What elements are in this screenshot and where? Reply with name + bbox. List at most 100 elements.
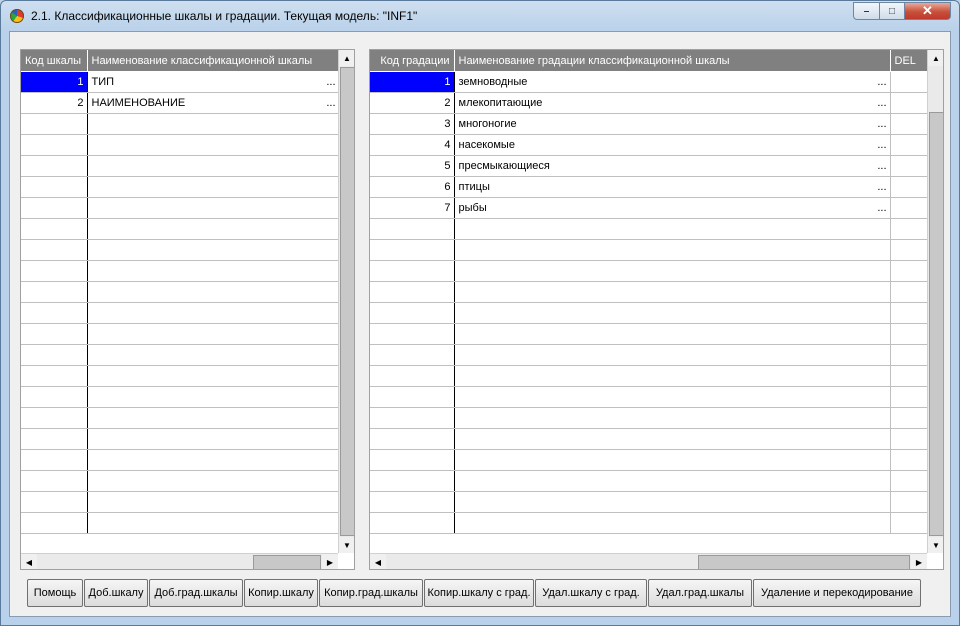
empty-table-row[interactable] bbox=[21, 155, 340, 177]
empty-cell[interactable] bbox=[370, 470, 455, 492]
empty-table-row[interactable] bbox=[21, 218, 340, 240]
code-cell[interactable]: 6 bbox=[370, 176, 455, 198]
empty-cell[interactable] bbox=[87, 365, 340, 387]
empty-cell[interactable] bbox=[370, 260, 455, 282]
empty-table-row[interactable] bbox=[21, 449, 340, 471]
empty-cell[interactable] bbox=[87, 344, 340, 366]
minimize-button[interactable]: ⎯ bbox=[853, 2, 880, 20]
empty-cell[interactable] bbox=[370, 449, 455, 471]
name-cell[interactable]: птицы... bbox=[454, 176, 891, 198]
empty-cell[interactable] bbox=[21, 155, 88, 177]
empty-cell[interactable] bbox=[454, 449, 891, 471]
empty-cell[interactable] bbox=[87, 302, 340, 324]
empty-cell[interactable] bbox=[21, 176, 88, 198]
ellipsis-button[interactable]: ... bbox=[877, 139, 886, 151]
empty-cell[interactable] bbox=[87, 134, 340, 156]
empty-cell[interactable] bbox=[454, 260, 891, 282]
empty-cell[interactable] bbox=[454, 386, 891, 408]
empty-cell[interactable] bbox=[87, 449, 340, 471]
ellipsis-button[interactable]: ... bbox=[877, 76, 886, 88]
empty-cell[interactable] bbox=[87, 470, 340, 492]
empty-cell[interactable] bbox=[87, 218, 340, 240]
empty-cell[interactable] bbox=[87, 512, 340, 534]
column-header-scale-code[interactable]: Код шкалы bbox=[21, 50, 88, 72]
gradations-horizontal-scrollbar[interactable]: ◀ ▶ bbox=[370, 553, 927, 569]
scroll-thumb[interactable] bbox=[929, 112, 943, 536]
name-cell[interactable]: НАИМЕНОВАНИЕ... bbox=[87, 92, 340, 114]
empty-cell[interactable] bbox=[87, 113, 340, 135]
empty-cell[interactable] bbox=[370, 512, 455, 534]
empty-cell[interactable] bbox=[87, 155, 340, 177]
delete-gradation-button[interactable]: Удал.град.шкалы bbox=[648, 579, 752, 607]
empty-cell[interactable] bbox=[21, 239, 88, 261]
empty-cell[interactable] bbox=[370, 218, 455, 240]
empty-cell[interactable] bbox=[454, 407, 891, 429]
empty-table-row[interactable] bbox=[370, 365, 937, 387]
ellipsis-button[interactable]: ... bbox=[877, 97, 886, 109]
empty-cell[interactable] bbox=[87, 428, 340, 450]
copy-gradation-button[interactable]: Копир.град.шкалы bbox=[319, 579, 423, 607]
scroll-left-button[interactable]: ◀ bbox=[21, 554, 37, 569]
name-cell[interactable]: ТИП... bbox=[87, 71, 340, 93]
empty-cell[interactable] bbox=[21, 218, 88, 240]
title-bar[interactable]: 2.1. Классификационные шкалы и градации.… bbox=[1, 1, 959, 31]
empty-table-row[interactable] bbox=[21, 344, 340, 366]
empty-cell[interactable] bbox=[21, 344, 88, 366]
scroll-thumb[interactable] bbox=[340, 67, 354, 536]
code-cell[interactable]: 3 bbox=[370, 113, 455, 135]
empty-cell[interactable] bbox=[87, 407, 340, 429]
empty-cell[interactable] bbox=[454, 281, 891, 303]
empty-cell[interactable] bbox=[21, 323, 88, 345]
empty-cell[interactable] bbox=[87, 239, 340, 261]
empty-table-row[interactable] bbox=[21, 407, 340, 429]
empty-cell[interactable] bbox=[21, 113, 88, 135]
gradations-vertical-scrollbar[interactable]: ▲ ▼ bbox=[927, 50, 943, 553]
empty-cell[interactable] bbox=[21, 407, 88, 429]
empty-cell[interactable] bbox=[370, 407, 455, 429]
empty-table-row[interactable] bbox=[21, 176, 340, 198]
empty-table-row[interactable] bbox=[21, 302, 340, 324]
empty-cell[interactable] bbox=[454, 428, 891, 450]
empty-cell[interactable] bbox=[21, 491, 88, 513]
gradations-grid[interactable]: Код градации Наименование градации класс… bbox=[369, 49, 944, 570]
empty-table-row[interactable] bbox=[21, 365, 340, 387]
table-row[interactable]: 2 млекопитающие... bbox=[370, 92, 937, 114]
code-cell[interactable]: 1 bbox=[370, 71, 455, 93]
empty-cell[interactable] bbox=[21, 260, 88, 282]
scroll-down-button[interactable]: ▼ bbox=[339, 537, 354, 553]
empty-table-row[interactable] bbox=[21, 239, 340, 261]
code-cell[interactable]: 4 bbox=[370, 134, 455, 156]
scroll-thumb[interactable] bbox=[698, 555, 910, 569]
code-cell[interactable]: 7 bbox=[370, 197, 455, 219]
empty-cell[interactable] bbox=[87, 491, 340, 513]
table-row[interactable]: 5 пресмыкающиеся... bbox=[370, 155, 937, 177]
empty-cell[interactable] bbox=[21, 302, 88, 324]
column-header-gradation-code[interactable]: Код градации bbox=[370, 50, 455, 72]
empty-table-row[interactable] bbox=[21, 512, 340, 534]
empty-table-row[interactable] bbox=[370, 470, 937, 492]
code-cell[interactable]: 1 bbox=[21, 71, 88, 93]
empty-cell[interactable] bbox=[87, 260, 340, 282]
empty-table-row[interactable] bbox=[370, 344, 937, 366]
ellipsis-button[interactable]: ... bbox=[877, 202, 886, 214]
name-cell[interactable]: млекопитающие... bbox=[454, 92, 891, 114]
empty-table-row[interactable] bbox=[21, 281, 340, 303]
name-cell[interactable]: земноводные... bbox=[454, 71, 891, 93]
ellipsis-button[interactable]: ... bbox=[326, 76, 335, 88]
empty-cell[interactable] bbox=[21, 470, 88, 492]
empty-table-row[interactable] bbox=[21, 428, 340, 450]
ellipsis-button[interactable]: ... bbox=[877, 118, 886, 130]
table-row[interactable]: 1 земноводные... bbox=[370, 71, 937, 93]
scroll-down-button[interactable]: ▼ bbox=[928, 537, 943, 553]
copy-scale-button[interactable]: Копир.шкалу bbox=[244, 579, 318, 607]
column-header-gradation-name[interactable]: Наименование градации классификационной … bbox=[454, 50, 891, 72]
code-cell[interactable]: 2 bbox=[370, 92, 455, 114]
close-button[interactable]: ✕ bbox=[904, 2, 951, 20]
name-cell[interactable]: насекомые... bbox=[454, 134, 891, 156]
empty-cell[interactable] bbox=[87, 197, 340, 219]
empty-table-row[interactable] bbox=[21, 113, 340, 135]
empty-cell[interactable] bbox=[370, 302, 455, 324]
name-cell[interactable]: рыбы... bbox=[454, 197, 891, 219]
empty-table-row[interactable] bbox=[370, 449, 937, 471]
empty-table-row[interactable] bbox=[370, 239, 937, 261]
